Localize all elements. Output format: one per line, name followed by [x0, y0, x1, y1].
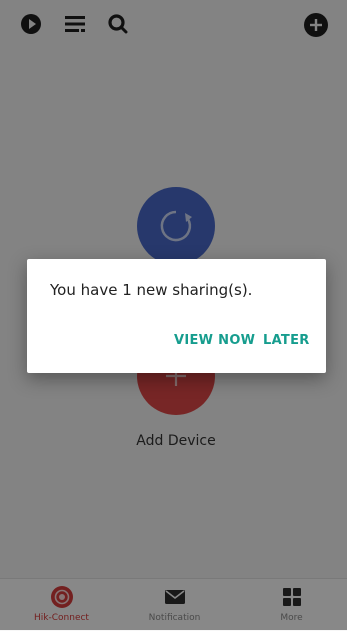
dialog-message: You have 1 new sharing(s).: [50, 281, 253, 299]
later-button[interactable]: LATER: [263, 333, 310, 348]
sharing-dialog: You have 1 new sharing(s). VIEW NOW LATE…: [27, 259, 326, 373]
view-now-button[interactable]: VIEW NOW: [174, 333, 255, 348]
app-screen: Add Device Hik-Connect Notification More…: [0, 0, 347, 631]
